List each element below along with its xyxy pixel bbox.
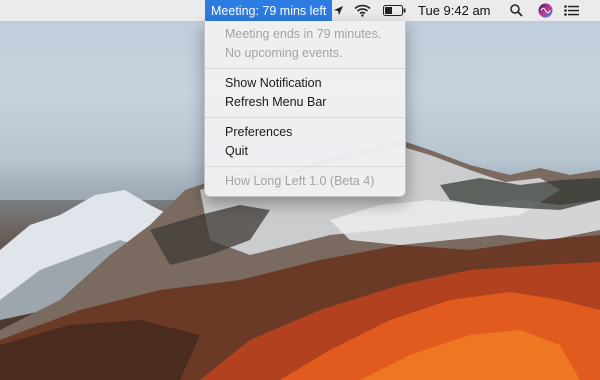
clock[interactable]: Tue 9:42 am (418, 0, 491, 21)
meeting-ends-info: Meeting ends in 79 minutes. (225, 27, 382, 41)
upcoming-events-info: No upcoming events. (225, 46, 343, 60)
status-dropdown-menu: Meeting ends in 79 minutes. No upcoming … (204, 21, 406, 197)
menu-separator (205, 166, 405, 167)
meeting-status-item[interactable]: Meeting: 79 mins left (205, 0, 333, 21)
refresh-menu-bar-item[interactable]: Refresh Menu Bar (205, 93, 405, 112)
menu-bar: Meeting: 79 mins left Tue 9:42 am (0, 0, 600, 22)
quit-item[interactable]: Quit (205, 142, 405, 161)
search-icon[interactable] (507, 0, 525, 21)
notification-center-icon[interactable] (562, 0, 580, 21)
show-notification-item[interactable]: Show Notification (205, 74, 405, 93)
preferences-item[interactable]: Preferences (205, 123, 405, 142)
app-version-label: How Long Left 1.0 (Beta 4) (225, 174, 375, 188)
siri-icon[interactable] (536, 0, 554, 21)
battery-icon[interactable] (381, 0, 407, 21)
location-arrow-icon[interactable] (330, 0, 346, 21)
menu-separator (205, 117, 405, 118)
wifi-icon[interactable] (352, 0, 372, 21)
menu-separator (205, 68, 405, 69)
